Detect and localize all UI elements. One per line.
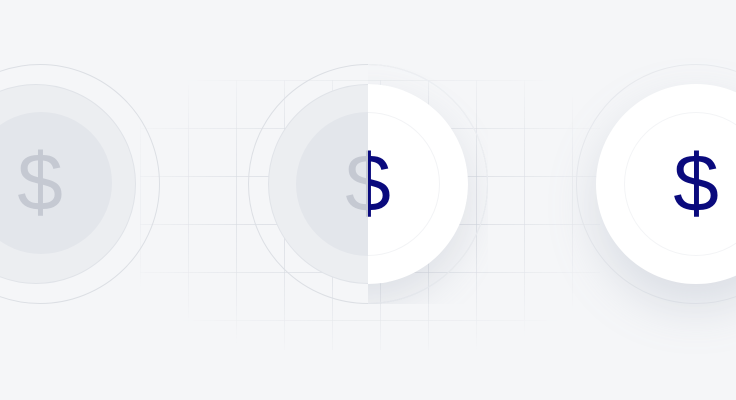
dollar-coin-icon: $: [17, 137, 63, 228]
illustration-stage: $ $ $ $: [0, 0, 736, 400]
dollar-coin-icon: $: [368, 138, 396, 230]
dollar-coin-icon: $: [673, 138, 719, 229]
middle-coin: $ $: [248, 64, 488, 304]
middle-coin-active-half: $: [368, 64, 488, 304]
